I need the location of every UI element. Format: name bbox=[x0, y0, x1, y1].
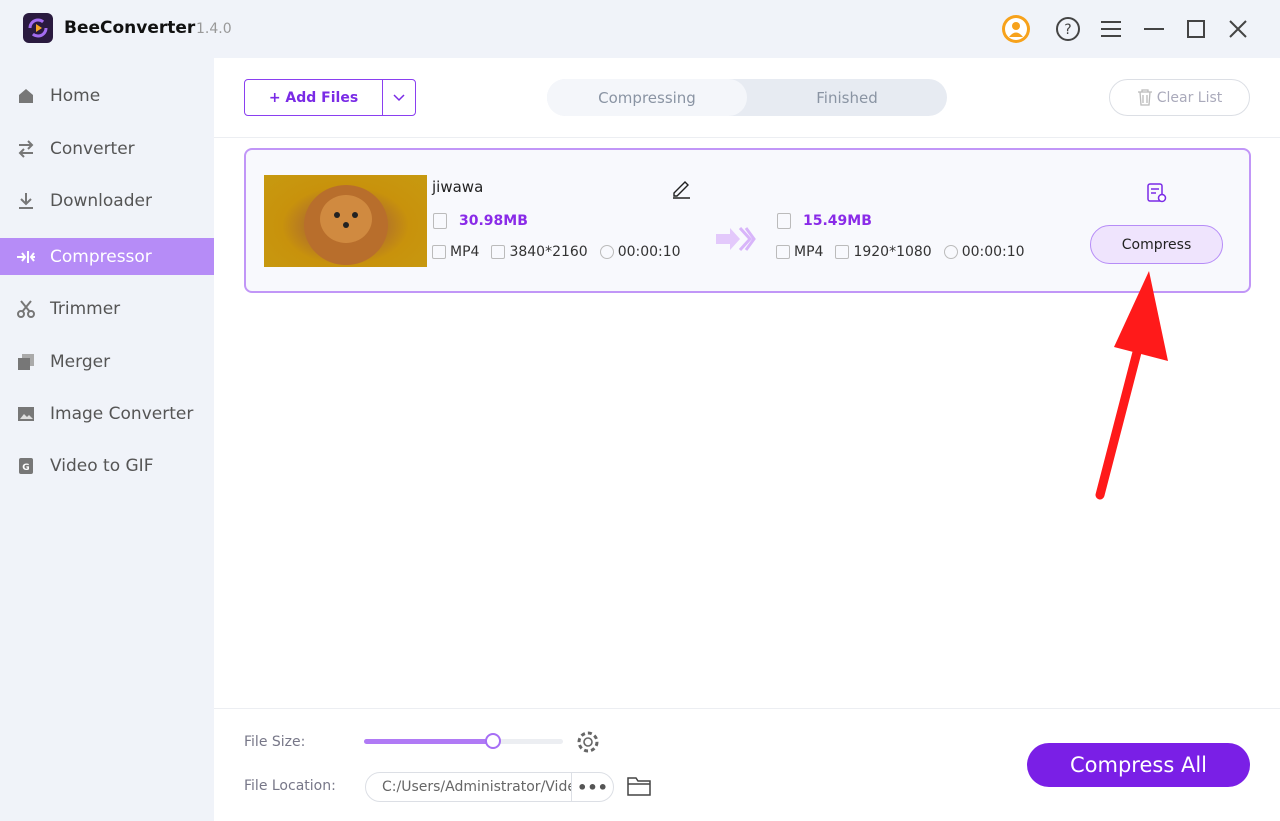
sidebar-item-image-converter[interactable]: Image Converter bbox=[0, 395, 214, 432]
file-size-icon bbox=[433, 213, 447, 229]
svg-text:G: G bbox=[22, 463, 29, 473]
main-panel: + Add Files Compressing Finished Clear L… bbox=[214, 58, 1280, 821]
sidebar-item-label: Video to GIF bbox=[50, 455, 154, 476]
file-size-slider[interactable] bbox=[364, 733, 563, 749]
sidebar-item-label: Compressor bbox=[50, 246, 152, 267]
app-name: BeeConverter bbox=[64, 18, 196, 38]
sidebar: Home Converter Downloader Compressor Tri… bbox=[0, 58, 214, 821]
clear-list-button[interactable]: Clear List bbox=[1109, 79, 1250, 116]
title-bar: BeeConverter 1.4.0 ? bbox=[0, 0, 1280, 58]
maximize-icon[interactable] bbox=[1181, 14, 1211, 44]
chevron-down-icon bbox=[393, 93, 405, 101]
browse-more-button[interactable]: ••• bbox=[572, 778, 613, 797]
resolution-icon bbox=[491, 245, 506, 259]
clock-icon bbox=[599, 245, 614, 259]
edit-name-icon[interactable] bbox=[670, 177, 692, 199]
sidebar-item-converter[interactable]: Converter bbox=[0, 130, 214, 167]
source-size: 30.98MB bbox=[459, 213, 528, 229]
output-meta: MP4 1920*1080 00:00:10 bbox=[776, 244, 1025, 260]
home-icon bbox=[17, 87, 35, 105]
app-version: 1.4.0 bbox=[196, 21, 232, 37]
convert-icon bbox=[17, 139, 35, 158]
svg-text:?: ? bbox=[1064, 22, 1071, 38]
gif-icon: G bbox=[17, 457, 35, 475]
output-format: MP4 bbox=[794, 244, 824, 260]
scissors-icon bbox=[17, 299, 35, 318]
output-size: 15.49MB bbox=[803, 213, 872, 229]
sidebar-item-downloader[interactable]: Downloader bbox=[0, 182, 214, 219]
output-duration: 00:00:10 bbox=[961, 244, 1025, 260]
arrow-right-icon bbox=[716, 226, 756, 252]
app-logo bbox=[23, 13, 53, 43]
merge-icon bbox=[17, 353, 35, 371]
menu-icon[interactable] bbox=[1096, 14, 1126, 44]
sidebar-item-label: Downloader bbox=[50, 190, 152, 211]
add-files-button[interactable]: + Add Files bbox=[245, 80, 383, 115]
divider bbox=[214, 137, 1280, 138]
sidebar-item-label: Trimmer bbox=[50, 298, 121, 319]
slider-handle[interactable] bbox=[485, 733, 502, 749]
file-location-path: C:/Users/Administrator/Videos bbox=[366, 773, 572, 801]
sidebar-item-label: Home bbox=[50, 85, 101, 106]
tab-finished[interactable]: Finished bbox=[747, 79, 947, 116]
sidebar-item-home[interactable]: Home bbox=[0, 77, 214, 114]
clear-list-label: Clear List bbox=[1156, 89, 1223, 106]
minimize-icon[interactable] bbox=[1139, 14, 1169, 44]
sidebar-item-compressor[interactable]: Compressor bbox=[0, 238, 214, 275]
image-icon bbox=[17, 405, 35, 423]
annotation-arrow bbox=[1095, 271, 1168, 500]
video-format-icon bbox=[776, 245, 790, 259]
video-format-icon bbox=[432, 245, 446, 259]
tab-compressing[interactable]: Compressing bbox=[547, 79, 747, 116]
add-files-button-group: + Add Files bbox=[244, 79, 416, 116]
gear-icon[interactable] bbox=[576, 730, 600, 754]
source-meta: MP4 3840*2160 00:00:10 bbox=[432, 244, 681, 260]
file-size-label: File Size: bbox=[244, 734, 306, 750]
video-thumbnail bbox=[264, 175, 427, 267]
sidebar-item-label: Image Converter bbox=[50, 403, 194, 424]
divider bbox=[214, 708, 1280, 709]
output-settings-icon[interactable] bbox=[1146, 182, 1168, 204]
compress-button[interactable]: Compress bbox=[1090, 225, 1223, 264]
trash-icon bbox=[1137, 89, 1152, 106]
compress-all-button[interactable]: Compress All bbox=[1027, 743, 1250, 787]
clock-icon bbox=[943, 245, 958, 259]
sidebar-item-merger[interactable]: Merger bbox=[0, 343, 214, 380]
compress-icon bbox=[17, 248, 35, 266]
file-location-field[interactable]: C:/Users/Administrator/Videos ••• bbox=[365, 772, 614, 802]
resolution-icon bbox=[835, 245, 850, 259]
folder-icon[interactable] bbox=[627, 775, 651, 797]
sidebar-item-trimmer[interactable]: Trimmer bbox=[0, 290, 214, 327]
account-icon[interactable] bbox=[1001, 14, 1031, 44]
file-location-label: File Location: bbox=[244, 778, 336, 794]
file-name: jiwawa bbox=[432, 178, 484, 196]
sidebar-item-video-to-gif[interactable]: G Video to GIF bbox=[0, 447, 214, 484]
help-icon[interactable]: ? bbox=[1053, 14, 1083, 44]
source-duration: 00:00:10 bbox=[617, 244, 681, 260]
status-tabs: Compressing Finished bbox=[547, 79, 947, 116]
output-resolution: 1920*1080 bbox=[853, 244, 932, 260]
source-format: MP4 bbox=[450, 244, 480, 260]
add-files-dropdown[interactable] bbox=[383, 80, 415, 115]
download-icon bbox=[17, 192, 35, 210]
close-icon[interactable] bbox=[1223, 14, 1253, 44]
source-resolution: 3840*2160 bbox=[509, 244, 588, 260]
file-size-icon bbox=[777, 213, 791, 229]
sidebar-item-label: Merger bbox=[50, 351, 111, 372]
sidebar-item-label: Converter bbox=[50, 138, 135, 159]
